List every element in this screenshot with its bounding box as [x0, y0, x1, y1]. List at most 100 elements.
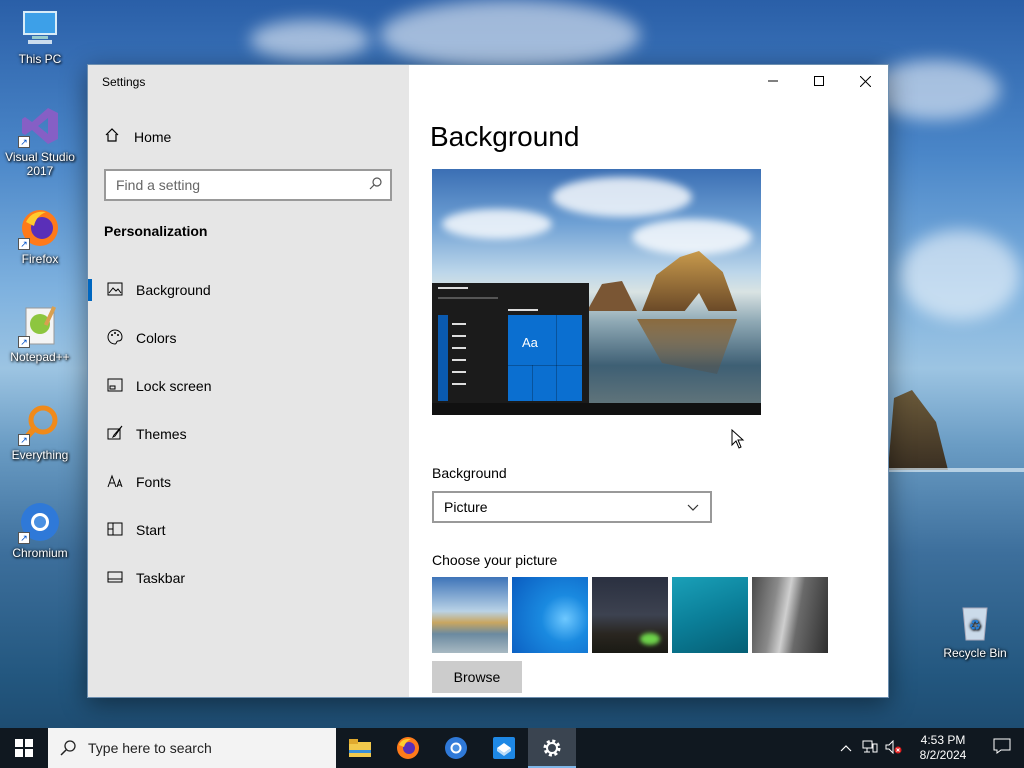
taskbar: Type here to search 4:53 PM 8/2/2024 — [0, 728, 1024, 768]
home-label: Home — [134, 128, 172, 145]
desktop-icon-firefox[interactable]: ↗ Firefox — [0, 206, 80, 266]
shortcut-arrow-icon: ↗ — [18, 238, 30, 250]
picture-thumbnail[interactable] — [752, 577, 828, 653]
window-title: Settings — [102, 75, 146, 89]
sidebar-item-label: Fonts — [136, 474, 172, 490]
home-nav-item[interactable]: Home — [104, 127, 171, 146]
visual-studio-icon: ↗ — [18, 104, 62, 148]
taskbar-app-sandbox[interactable] — [480, 728, 528, 768]
system-clock[interactable]: 4:53 PM 8/2/2024 — [906, 733, 980, 763]
chevron-up-icon[interactable] — [834, 741, 858, 755]
settings-sidebar: Settings Home Personalization Background — [88, 65, 409, 697]
sidebar-item-label: Taskbar — [136, 570, 186, 586]
sandbox-app-icon — [493, 737, 515, 759]
background-type-dropdown[interactable]: Picture — [432, 491, 712, 523]
sidebar-item-label: Start — [136, 522, 166, 538]
preview-tiles: Aa — [508, 315, 582, 401]
settings-content: Background Aa Background Picture Choose … — [409, 65, 888, 697]
chromium-icon — [445, 737, 467, 759]
shortcut-arrow-icon: ↗ — [18, 136, 30, 148]
preview-start-menu: Aa — [432, 283, 589, 403]
section-title-personalization: Personalization — [104, 223, 208, 239]
firefox-icon: ↗ — [18, 206, 62, 250]
picture-icon — [106, 282, 124, 299]
brush-icon — [106, 425, 124, 444]
notification-icon — [993, 738, 1011, 754]
fonts-icon — [106, 474, 124, 491]
notification-center-button[interactable] — [980, 738, 1024, 759]
sidebar-item-themes[interactable]: Themes — [88, 410, 409, 458]
picture-thumbnail[interactable] — [672, 577, 748, 653]
sidebar-item-start[interactable]: Start — [88, 506, 409, 554]
desktop-icon-notepad-plus-plus[interactable]: ↗ Notepad++ — [0, 304, 80, 364]
system-tray: 4:53 PM 8/2/2024 — [834, 728, 1024, 768]
picture-thumbnails — [432, 577, 828, 653]
sidebar-item-colors[interactable]: Colors — [88, 314, 409, 362]
search-icon — [60, 740, 76, 756]
volume-muted-icon[interactable] — [882, 739, 906, 757]
page-title: Background — [430, 121, 580, 152]
network-icon[interactable] — [858, 740, 882, 757]
sidebar-item-fonts[interactable]: Fonts — [88, 458, 409, 506]
shortcut-arrow-icon: ↗ — [18, 434, 30, 446]
desktop-icon-this-pc[interactable]: This PC — [0, 6, 80, 66]
notepad-plus-plus-icon: ↗ — [18, 304, 62, 348]
settings-gear-icon — [543, 739, 561, 757]
taskbar-app-chromium[interactable] — [432, 728, 480, 768]
browse-button[interactable]: Browse — [432, 661, 522, 693]
taskbar-search-placeholder: Type here to search — [88, 740, 212, 756]
picture-thumbnail[interactable] — [592, 577, 668, 653]
desktop-icon-recycle-bin[interactable]: ♻ Recycle Bin — [935, 600, 1015, 660]
taskbar-search-box[interactable]: Type here to search — [48, 728, 336, 768]
start-button[interactable] — [0, 728, 48, 768]
desktop-icon-label: Notepad++ — [10, 350, 70, 364]
everything-search-icon: ↗ — [18, 402, 62, 446]
desktop-icon-label: Visual Studio 2017 — [5, 150, 75, 178]
desktop-icon-label: This PC — [18, 52, 62, 66]
taskbar-app-firefox[interactable] — [384, 728, 432, 768]
start-menu-icon — [106, 522, 124, 539]
background-type-value: Picture — [444, 499, 488, 515]
sidebar-item-lock-screen[interactable]: Lock screen — [88, 362, 409, 410]
shortcut-arrow-icon: ↗ — [18, 532, 30, 544]
sidebar-item-label: Colors — [136, 330, 177, 346]
clock-date: 8/2/2024 — [919, 748, 967, 762]
sidebar-item-taskbar[interactable]: Taskbar — [88, 554, 409, 602]
desktop-icon-chromium[interactable]: ↗ Chromium — [0, 500, 80, 560]
windows-logo-icon — [15, 739, 33, 757]
desktop-icon-label: Recycle Bin — [943, 646, 1007, 660]
recycle-bin-icon: ♻ — [953, 600, 997, 644]
chevron-down-icon — [686, 500, 700, 517]
sidebar-item-background[interactable]: Background — [88, 266, 409, 314]
find-setting-search-box[interactable] — [104, 169, 392, 201]
firefox-icon — [397, 737, 419, 759]
sidebar-item-label: Themes — [136, 426, 187, 442]
find-setting-input[interactable] — [106, 171, 356, 199]
home-icon — [104, 127, 120, 146]
search-icon[interactable] — [369, 177, 382, 193]
taskbar-app-file-explorer[interactable] — [336, 728, 384, 768]
picture-thumbnail[interactable] — [512, 577, 588, 653]
lock-screen-icon — [106, 378, 124, 395]
desktop-horizon-decoration — [888, 468, 1024, 472]
desktop-icon-everything[interactable]: ↗ Everything — [0, 402, 80, 462]
desktop-icon-visual-studio[interactable]: ↗ Visual Studio 2017 — [0, 104, 80, 178]
preview-tile-text: Aa — [522, 335, 538, 350]
choose-picture-label: Choose your picture — [432, 552, 558, 568]
palette-icon — [106, 328, 124, 348]
computer-icon — [18, 6, 62, 50]
desktop-icon-label: Everything — [11, 448, 69, 462]
taskbar-app-settings[interactable] — [528, 728, 576, 768]
chromium-icon: ↗ — [18, 500, 62, 544]
picture-thumbnail[interactable] — [432, 577, 508, 653]
personalization-nav: Background Colors Lock screen Themes Fon… — [88, 266, 409, 602]
file-explorer-icon — [349, 739, 371, 757]
desktop-icon-label: Firefox — [21, 252, 59, 266]
clock-time: 4:53 PM — [920, 733, 966, 747]
desktop-rock-decoration — [888, 390, 948, 470]
mouse-cursor-icon — [731, 429, 745, 449]
sidebar-item-label: Background — [136, 282, 211, 298]
settings-window: Settings Home Personalization Background — [87, 64, 889, 698]
taskbar-icon — [106, 570, 124, 586]
background-type-label: Background — [432, 465, 507, 481]
